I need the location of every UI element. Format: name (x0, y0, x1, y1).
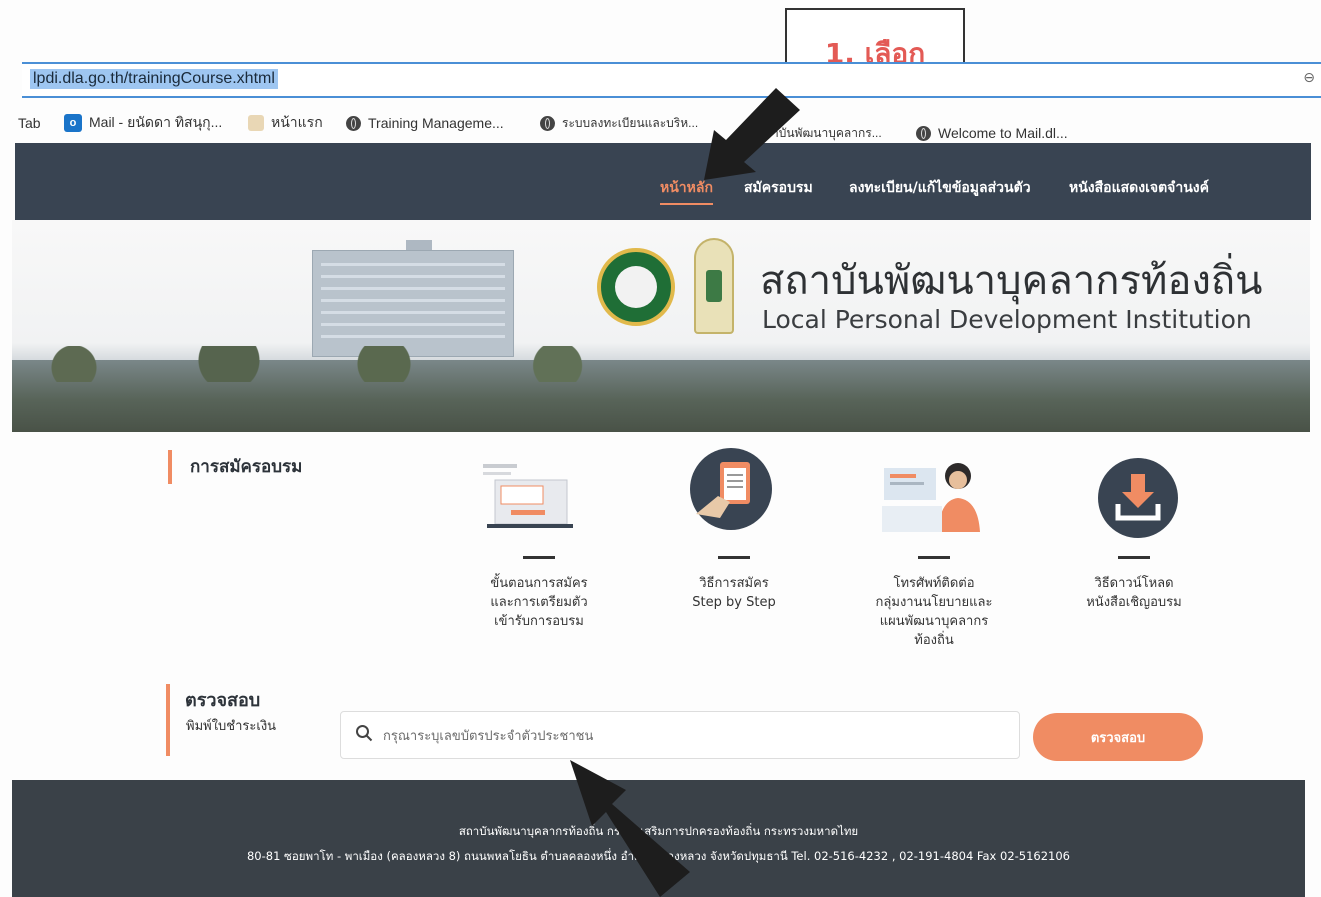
laptop-form-icon (483, 464, 573, 528)
url-bar[interactable]: lpdi.dla.go.th/trainingCourse.xhtml ⊖ (22, 62, 1321, 98)
footer: สถาบันพัฒนาบุคลากรท้องถิ่น กรมส่งเสริมกา… (12, 780, 1305, 897)
institute-building-image (312, 250, 514, 357)
bookmark-home[interactable]: หน้าแรก (248, 108, 323, 138)
search-icon (356, 725, 373, 742)
bookmark-label: ระบบลงทะเบียนและบริห... (562, 115, 699, 130)
card-divider (523, 556, 555, 559)
trees-image (12, 346, 632, 382)
bookmark-tab[interactable]: Tab (18, 108, 41, 138)
citizen-id-input[interactable] (381, 720, 1005, 752)
nav-apply-training[interactable]: สมัครอบรม (744, 177, 813, 199)
nav-home[interactable]: หน้าหลัก (660, 177, 713, 205)
download-icon (1098, 458, 1178, 538)
card-label: ขั้นตอนการสมัคร และการเตรียมตัว เข้ารับก… (490, 576, 588, 629)
check-button[interactable]: ตรวจสอบ (1033, 713, 1203, 761)
main-nav: หน้าหลัก สมัครอบรม ลงทะเบียน/แก้ไขข้อมูล… (15, 143, 1311, 220)
bookmark-label: Welcome to Mail.dl... (938, 125, 1068, 141)
call-center-icon (882, 463, 980, 532)
card-divider (718, 556, 750, 559)
globe-icon (540, 115, 555, 131)
citizen-id-search[interactable] (340, 711, 1020, 759)
footer-address-line: 80-81 ซอยพาโท - พาเมือง (คลองหลวง 8) ถนน… (246, 849, 1070, 863)
card-label: วิธีดาวน์โหลด หนังสือเชิญอบรม (1086, 576, 1182, 610)
card-label: โทรศัพท์ติดต่อ กลุ่มงานนโยบายและ แผนพัฒน… (875, 576, 993, 648)
bookmark-label: Training Manageme... (368, 115, 504, 131)
nav-register-profile[interactable]: ลงทะเบียน/แก้ไขข้อมูลส่วนตัว (849, 177, 1031, 199)
institute-emblem-logo (694, 238, 734, 334)
check-section-subtitle: พิมพ์ใบชำระเงิน (186, 719, 277, 734)
url-text[interactable]: lpdi.dla.go.th/trainingCourse.xhtml (30, 69, 278, 89)
registration-section-title: การสมัครอบรม (190, 457, 303, 477)
hero-banner: สถาบันพัฒนาบุคลากรท้องถิ่น Local Persona… (12, 220, 1310, 432)
card-divider (1118, 556, 1150, 559)
bookmarks-bar: Tab o Mail - ยนัดดา ทิสนุกุ... หน้าแรก T… (0, 108, 1321, 142)
globe-icon (916, 125, 931, 141)
card-divider (918, 556, 950, 559)
section-accent-bar (166, 684, 170, 756)
check-section-title: ตรวจสอบ (185, 690, 261, 711)
zoom-icon[interactable]: ⊖ (1303, 70, 1315, 86)
bookmark-label: หน้าแรก (271, 114, 323, 130)
bookmark-training[interactable]: Training Manageme... (346, 108, 504, 138)
banner-title-english: Local Personal Development Institution (762, 305, 1252, 334)
outlook-icon: o (64, 114, 82, 132)
bookmark-label: Mail - ยนัดดา ทิสนุกุ... (89, 114, 223, 130)
nav-intent-letter[interactable]: หนังสือแสดงเจตจำนงค์ (1069, 177, 1209, 199)
bookmark-mail[interactable]: o Mail - ยนัดดา ทิสนุกุ... (64, 108, 222, 138)
bookmark-registration[interactable]: ระบบลงทะเบียนและบริห... (540, 108, 698, 138)
banner-title-thai: สถาบันพัฒนาบุคลากรท้องถิ่น (760, 258, 1263, 304)
person-icon (248, 115, 264, 131)
bookmark-label: Tab (18, 115, 41, 131)
bookmark-label: าบันพัฒนาบุคลากร... (772, 125, 882, 140)
section-accent-bar (168, 450, 172, 484)
clipboard-hand-icon (690, 448, 772, 530)
globe-icon (346, 115, 361, 131)
dla-seal-logo (597, 248, 675, 326)
footer-org-line: สถาบันพัฒนาบุคลากรท้องถิ่น กรมส่งเสริมกา… (458, 824, 859, 838)
card-label: วิธีการสมัคร Step by Step (692, 576, 776, 610)
